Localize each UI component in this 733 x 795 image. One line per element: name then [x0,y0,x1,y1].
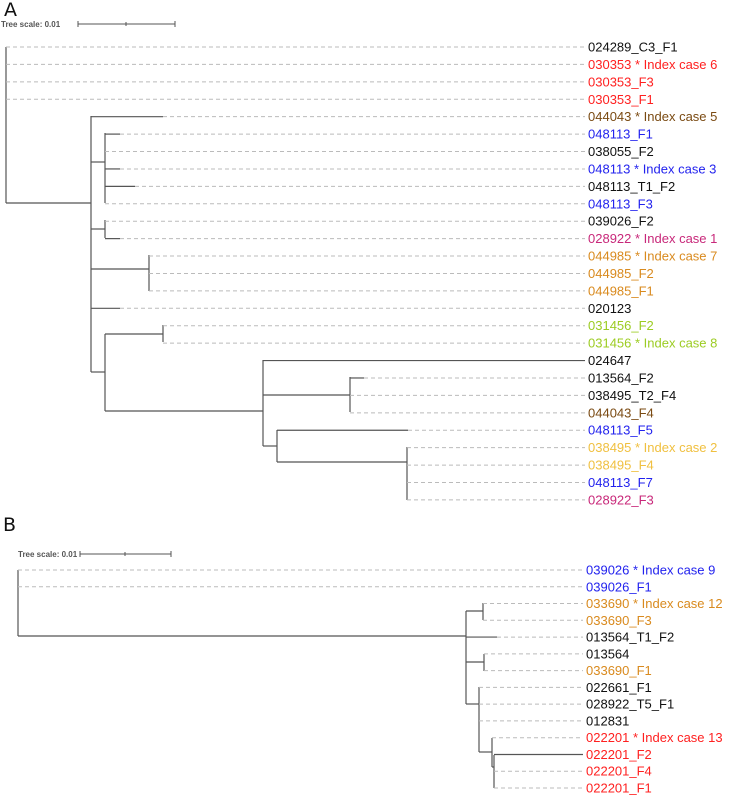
leaf-label: 013564 [586,646,629,661]
tree-leaf: 039026_F1 [18,579,652,594]
panel-b-scale-label: Tree scale: 0.01 [18,550,78,559]
leaf-label: 028922_F3 [588,492,654,507]
tree-leaf: 044043_F4 [350,405,654,420]
leaf-label: 038055_F2 [588,144,654,159]
tree-leaf: 048113_T1_F2 [105,179,675,194]
leaf-label: 028922_T5_F1 [586,697,674,712]
leaf-label: 022201_F1 [586,781,652,795]
tree-leaf: 022201_F2 [494,747,652,762]
leaf-label: 024647 [588,353,631,368]
leaf-label: 022201 * Index case 13 [586,730,723,745]
tree-leaf: 013564_T1_F2 [466,630,674,645]
leaf-label: 013564_F2 [588,370,654,385]
leaf-label: 031456 * Index case 8 [588,336,717,351]
tree-leaf: 048113 * Index case 3 [105,161,716,176]
tree-leaf: 022201_F4 [494,764,652,779]
tree-leaf: 031456_F2 [163,318,654,333]
leaf-label: 039026 * Index case 9 [586,563,715,578]
leaf-label: 022201_F4 [586,764,652,779]
tree-leaf: 024647 [263,353,631,368]
leaf-label: 048113_F7 [588,475,653,490]
tree-leaf: 024289_C3_F1 [6,40,678,55]
leaf-label: 031456_F2 [588,318,654,333]
tree-leaf: 038495 * Index case 2 [407,440,717,455]
leaf-label: 033690_F1 [586,663,652,678]
tree-leaf: 048113_F5 [277,423,653,438]
tree-leaf: 028922_F3 [407,492,654,507]
tree-leaf: 048113_F1 [105,127,653,142]
tree-leaf: 028922_T5_F1 [479,697,674,712]
tree-leaf: 030353_F1 [6,92,654,107]
tree-leaf: 044043 * Index case 5 [91,109,717,124]
leaf-label: 022661_F1 [586,680,652,695]
panel-b: B Tree scale: 0.01 039026 * Index case 9… [3,514,723,795]
leaf-label: 048113_F5 [588,423,653,438]
leaf-label: 048113_F3 [588,196,653,211]
panel-a-letter: A [4,0,17,21]
tree-leaf: 031456 * Index case 8 [163,336,717,351]
leaf-label: 039026_F1 [586,579,652,594]
leaf-label: 030353_F1 [588,92,654,107]
tree-leaf: 044985_F2 [149,266,654,281]
leaf-label: 044985_F2 [588,266,654,281]
panel-a-scale-label: Tree scale: 0.01 [1,20,61,29]
tree-leaf: 030353_F3 [6,74,654,89]
leaf-label: 022201_F2 [586,747,652,762]
leaf-label: 039026_F2 [588,214,654,229]
leaf-label: 013564_T1_F2 [586,630,674,645]
panel-a: A Tree scale: 0.01 024289_C3_F1 030353 * … [1,0,717,507]
phylogenetic-trees-figure: A Tree scale: 0.01 024289_C3_F1 030353 * … [1,0,723,795]
tree-leaf: 013564_F2 [350,370,654,385]
leaf-label: 048113_F1 [588,127,653,142]
leaf-label: 012831 [586,713,629,728]
leaf-label: 020123 [588,301,631,316]
tree-leaf: 038495_F4 [407,458,654,473]
leaf-label: 030353_F3 [588,74,654,89]
tree-leaf: 022201_F1 [494,781,652,795]
tree-leaf: 039026 * Index case 9 [18,563,715,578]
tree-leaf: 033690_F3 [483,613,652,628]
tree-leaf: 020123 [91,301,631,316]
tree-leaf: 044985 * Index case 7 [149,249,717,264]
tree-leaf: 028922 * Index case 1 [105,231,717,246]
panel-b-letter: B [3,514,16,536]
leaf-label: 044043 * Index case 5 [588,109,717,124]
leaf-label: 033690_F3 [586,613,652,628]
leaf-label: 044985_F1 [588,283,654,298]
leaf-label: 038495 * Index case 2 [588,440,717,455]
tree-leaf: 013564 [484,646,629,661]
leaf-label: 038495_T2_F4 [588,388,676,403]
leaf-label: 030353 * Index case 6 [588,57,717,72]
leaf-label: 044043_F4 [588,405,654,420]
leaf-label: 033690 * Index case 12 [586,596,723,611]
tree-leaf: 048113_F7 [407,475,653,490]
tree-leaf: 044985_F1 [149,283,654,298]
leaf-label: 048113 * Index case 3 [588,161,716,176]
leaf-label: 044985 * Index case 7 [588,249,717,264]
leaf-label: 028922 * Index case 1 [588,231,717,246]
tree-leaf: 039026_F2 [105,214,654,229]
tree-leaf: 022201 * Index case 13 [492,730,723,745]
tree-branches [17,570,495,788]
tree-leaf: 033690_F1 [484,663,652,678]
leaf-label: 048113_T1_F2 [588,179,675,194]
panel-a-scale-bar [77,21,176,27]
tree-leaf: 022661_F1 [479,680,652,695]
tree-leaf: 033690 * Index case 12 [483,596,723,611]
leaf-label: 038495_F4 [588,458,654,473]
panel-b-scale-bar [79,551,172,557]
tree-leaf: 038055_F2 [105,144,654,159]
tree-leaf: 038495_T2_F4 [350,388,676,403]
tree-leaf: 012831 [479,713,629,728]
tree-leaf: 048113_F3 [105,196,653,211]
tree-leaf: 030353 * Index case 6 [6,57,717,72]
leaf-label: 024289_C3_F1 [588,40,678,55]
